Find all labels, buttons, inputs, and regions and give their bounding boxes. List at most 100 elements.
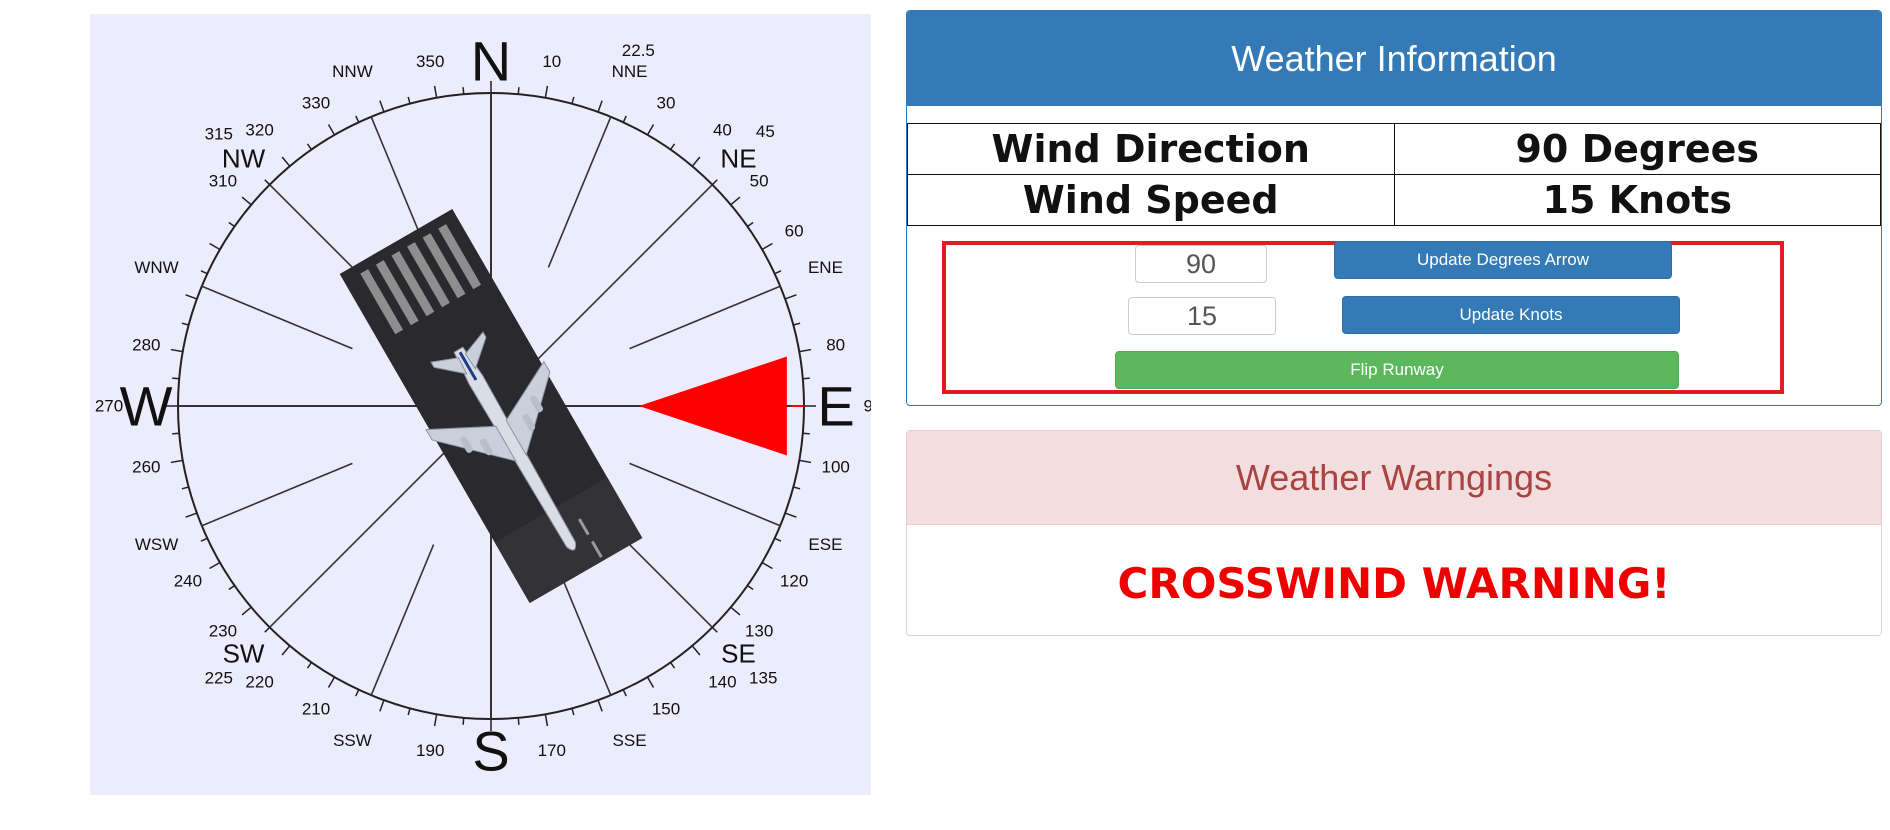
compass-degree-label: 140 — [708, 672, 736, 691]
compass-degree-label: 350 — [416, 52, 444, 71]
compass-tick — [433, 85, 438, 98]
weather-info-table: Wind Direction 90 Degrees Wind Speed 15 … — [907, 123, 1881, 226]
compass-degree-label: 10 — [542, 52, 561, 71]
compass-tick — [355, 689, 360, 697]
compass-tick — [622, 689, 627, 697]
compass-tick — [730, 606, 741, 616]
compass-tick — [597, 100, 603, 113]
compass-tick — [264, 179, 271, 186]
compass-degree-label: 150 — [652, 700, 680, 719]
compass-tick — [691, 645, 701, 656]
compass-tick — [646, 676, 655, 688]
compass-radial-line — [269, 433, 464, 628]
compass-tick — [228, 584, 236, 591]
compass-degree-label: 270 — [95, 397, 123, 416]
compass-tick — [669, 661, 676, 669]
compass-tick — [209, 242, 221, 251]
compass-degree-label: 315 — [205, 124, 233, 143]
compass-tick — [281, 645, 291, 656]
compass-degree-label: 40 — [713, 121, 732, 140]
compass-radial-line — [629, 285, 781, 350]
compass-radial-line — [201, 285, 353, 350]
compass-tick — [241, 606, 252, 616]
compass-tick — [730, 196, 741, 206]
update-knots-button[interactable]: Update Knots — [1342, 296, 1680, 334]
compass-degree-label: 22.5 — [622, 41, 655, 60]
wind-direction-value: 90 Degrees — [1393, 123, 1881, 175]
wind-direction-label: Wind Direction — [907, 123, 1395, 175]
weather-warnings-title: Weather Warngings — [907, 431, 1881, 525]
compass-degree-label: 50 — [750, 172, 769, 191]
degrees-input[interactable]: 90 — [1135, 245, 1267, 283]
compass-tick — [761, 561, 773, 570]
compass-degree-label: 225 — [205, 669, 233, 688]
weather-warnings-panel: Weather Warngings CROSSWIND WARNING! — [906, 430, 1882, 636]
compass-intercardinal-label: NW — [222, 144, 266, 174]
compass-radial-line — [370, 544, 435, 696]
compass-tick — [691, 156, 701, 167]
compass-tick — [571, 96, 575, 104]
compass-direction-label: ESE — [808, 535, 842, 554]
compass-tick — [327, 676, 336, 688]
compass-degree-label: 135 — [749, 669, 777, 688]
compass-degree-label: 100 — [821, 457, 849, 476]
compass-degree-label: 90 — [864, 397, 871, 416]
compass-tick — [761, 242, 773, 251]
compass-degree-label: 240 — [174, 572, 202, 591]
compass-direction-label: NNW — [332, 62, 373, 81]
compass-cardinal-label: S — [472, 720, 509, 783]
compass-tick — [433, 714, 438, 727]
compass-degree-label: 30 — [657, 93, 676, 112]
weather-information-panel: Weather Information Wind Direction 90 De… — [906, 10, 1882, 406]
table-row: Wind Direction 90 Degrees — [907, 123, 1881, 175]
compass-tick — [306, 661, 313, 669]
compass-tick — [209, 561, 221, 570]
compass-tick — [200, 537, 208, 542]
compass-degree-label: 80 — [826, 336, 845, 355]
compass-degree-label: 260 — [132, 457, 160, 476]
compass-tick — [379, 100, 385, 113]
compass-tick — [597, 699, 603, 712]
compass-tick — [181, 486, 189, 490]
compass-degree-label: 280 — [132, 336, 160, 355]
compass-degree-label: 190 — [416, 741, 444, 760]
compass-tick — [185, 294, 198, 300]
compass-tick — [200, 270, 208, 275]
compass-tick — [711, 179, 718, 186]
crosswind-warning-message: CROSSWIND WARNING! — [1117, 559, 1671, 608]
compass-cardinal-label: W — [120, 375, 173, 438]
compass-degree-label: 310 — [209, 172, 237, 191]
weather-information-title: Weather Information — [907, 11, 1881, 106]
wind-controls-box: 90 Update Degrees Arrow 15 Update Knots … — [942, 241, 1784, 394]
compass-degree-label: 330 — [302, 93, 330, 112]
compass-tick — [517, 717, 520, 725]
compass-radial-line — [629, 462, 781, 527]
compass-direction-label: WSW — [135, 535, 178, 554]
compass-direction-label: SSE — [613, 731, 647, 750]
compass-tick — [407, 708, 411, 716]
compass-degree-label: 130 — [745, 621, 773, 640]
wind-speed-label: Wind Speed — [907, 174, 1395, 226]
compass-tick — [622, 115, 627, 123]
compass-tick — [462, 717, 465, 725]
compass-tick — [264, 626, 271, 633]
compass-direction-label: ENE — [808, 258, 843, 277]
compass-tick — [646, 124, 655, 136]
update-degrees-arrow-button[interactable]: Update Degrees Arrow — [1334, 241, 1672, 279]
flip-runway-button[interactable]: Flip Runway — [1115, 351, 1679, 389]
compass-degree-label: 230 — [209, 621, 237, 640]
compass-tick — [711, 626, 718, 633]
compass-direction-label: NNE — [612, 62, 648, 81]
compass-cardinal-label: E — [817, 375, 854, 438]
compass-tick — [172, 432, 180, 435]
compass-tick — [462, 87, 465, 95]
compass-tick — [517, 87, 520, 95]
compass-tick — [784, 512, 797, 518]
compass-tick — [241, 196, 252, 206]
compass-tick — [793, 322, 801, 326]
knots-input[interactable]: 15 — [1128, 297, 1276, 335]
compass-tick — [306, 143, 313, 151]
compass-degree-label: 320 — [245, 121, 273, 140]
compass-tick — [799, 348, 812, 353]
compass-tick — [746, 221, 754, 228]
